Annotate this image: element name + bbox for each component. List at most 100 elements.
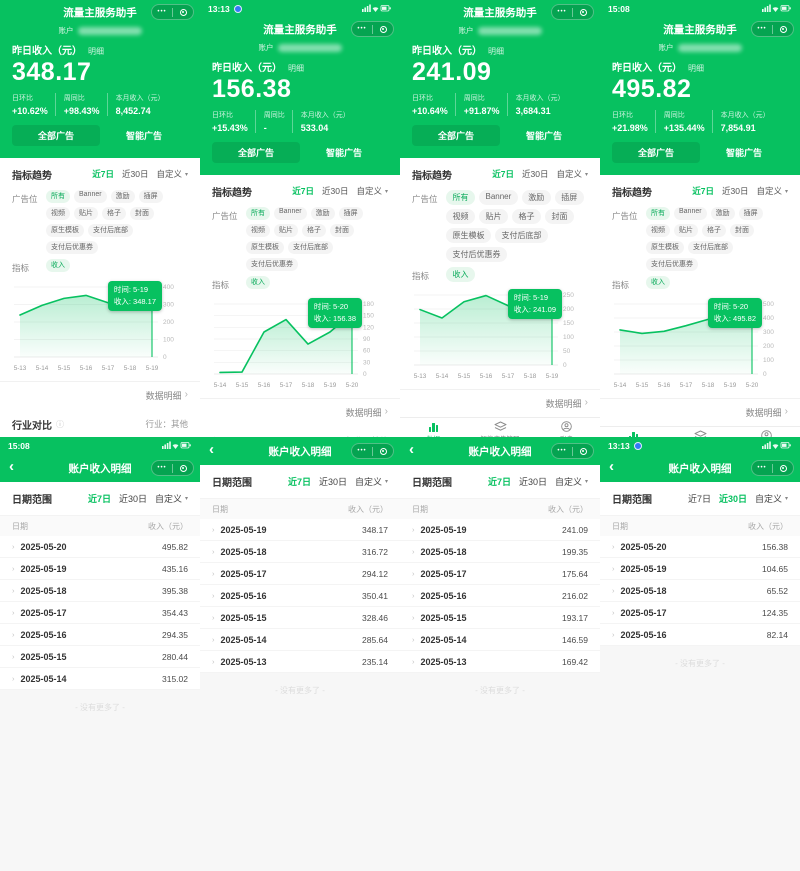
data-detail-link[interactable]: 数据明细 › xyxy=(0,381,200,409)
tab-account[interactable]: 账户 xyxy=(733,427,800,438)
tab-account[interactable]: 账户 xyxy=(533,418,600,438)
range-7d[interactable]: 近7日 xyxy=(92,168,114,180)
adslot-pill-10[interactable]: 支付后底部 xyxy=(288,241,333,254)
income-row[interactable]: ›2025-05-20156.38 xyxy=(600,536,800,558)
range-30d[interactable]: 近30日 xyxy=(119,492,147,505)
more-icon[interactable]: ••• xyxy=(352,448,372,454)
data-detail-link[interactable]: 数据明细 › xyxy=(200,398,400,426)
adslot-pill-10[interactable]: 支付后底部 xyxy=(688,241,733,254)
adslot-pill-4[interactable]: 插屏 xyxy=(339,207,363,220)
income-row[interactable]: ›2025-05-13235.14 xyxy=(200,651,400,673)
adslot-pill-8[interactable]: 封面 xyxy=(545,209,574,224)
adslot-pill-7[interactable]: 格子 xyxy=(302,224,326,237)
range-7d[interactable]: 近7日 xyxy=(88,492,111,505)
adslot-pill-1[interactable]: 所有 xyxy=(46,190,70,203)
all-ads-button[interactable]: 全部广告 xyxy=(12,125,100,146)
more-icon[interactable]: ••• xyxy=(152,9,172,15)
adslot-pill-8[interactable]: 封面 xyxy=(730,224,754,237)
metric-income-pill[interactable]: 收入 xyxy=(46,259,70,272)
range-30d[interactable]: 近30日 xyxy=(319,475,347,488)
income-row[interactable]: ›2025-05-16294.35 xyxy=(0,624,200,646)
adslot-pill-11[interactable]: 支付后优惠券 xyxy=(246,258,298,271)
back-icon[interactable]: ‹ xyxy=(409,442,414,457)
adslot-pill-9[interactable]: 原生模板 xyxy=(646,241,684,254)
smart-ads-button[interactable]: 智能广告 xyxy=(300,146,388,159)
industry-compare-row[interactable]: 行业对比 ⓘ 行业：其他 xyxy=(0,409,200,438)
income-row[interactable]: ›2025-05-18316.72 xyxy=(200,541,400,563)
adslot-pill-11[interactable]: 支付后优惠券 xyxy=(446,247,507,262)
income-row[interactable]: ›2025-05-15193.17 xyxy=(400,607,600,629)
account-row[interactable]: 账户 xyxy=(0,24,200,37)
smart-ads-button[interactable]: 智能广告 xyxy=(500,129,588,142)
detail-link[interactable]: 明细 xyxy=(488,46,504,57)
adslot-pill-9[interactable]: 原生模板 xyxy=(446,228,491,243)
range-30d[interactable]: 近30日 xyxy=(122,168,148,180)
adslot-pill-5[interactable]: 视频 xyxy=(46,207,70,220)
adslot-pill-9[interactable]: 原生模板 xyxy=(246,241,284,254)
metric-income-pill[interactable]: 收入 xyxy=(446,267,475,282)
income-row[interactable]: ›2025-05-15328.46 xyxy=(200,607,400,629)
capsule-menu[interactable]: ••• xyxy=(351,21,394,37)
detail-link[interactable]: 明细 xyxy=(88,46,104,57)
adslot-pill-2[interactable]: Banner xyxy=(674,207,707,220)
capsule-menu[interactable]: ••• xyxy=(351,443,394,459)
capsule-menu[interactable]: ••• xyxy=(151,460,194,476)
income-row[interactable]: ›2025-05-19435.16 xyxy=(0,558,200,580)
range-custom[interactable]: 自定义 xyxy=(556,168,582,180)
range-30d[interactable]: 近30日 xyxy=(522,168,548,180)
industry-compare-row[interactable]: 行业对比 ⓘ 行业：其他 xyxy=(200,426,400,438)
adslot-pill-8[interactable]: 封面 xyxy=(330,224,354,237)
adslot-pill-6[interactable]: 贴片 xyxy=(274,224,298,237)
tab-smart-ads[interactable]: 智能广告管理 xyxy=(467,418,534,438)
adslot-pill-5[interactable]: 视频 xyxy=(646,224,670,237)
adslot-pill-7[interactable]: 格子 xyxy=(102,207,126,220)
adslot-pill-1[interactable]: 所有 xyxy=(646,207,670,220)
income-row[interactable]: ›2025-05-17124.35 xyxy=(600,602,800,624)
detail-link[interactable]: 明细 xyxy=(688,63,704,74)
range-30d[interactable]: 近30日 xyxy=(322,185,348,197)
range-custom[interactable]: 自定义 xyxy=(555,475,582,488)
adslot-pill-8[interactable]: 封面 xyxy=(130,207,154,220)
income-row[interactable]: ›2025-05-18395.38 xyxy=(0,580,200,602)
range-custom[interactable]: 自定义 xyxy=(355,475,382,488)
metric-income-pill[interactable]: 收入 xyxy=(646,276,670,289)
adslot-pill-1[interactable]: 所有 xyxy=(446,190,475,205)
range-30d[interactable]: 近30日 xyxy=(519,475,547,488)
minimize-icon[interactable] xyxy=(173,9,193,16)
all-ads-button[interactable]: 全部广告 xyxy=(212,142,300,163)
back-icon[interactable]: ‹ xyxy=(209,442,214,457)
back-icon[interactable]: ‹ xyxy=(9,459,14,474)
adslot-pill-11[interactable]: 支付后优惠券 xyxy=(646,258,698,271)
adslot-pill-5[interactable]: 视频 xyxy=(446,209,475,224)
range-custom[interactable]: 自定义 xyxy=(356,185,382,197)
minimize-icon[interactable] xyxy=(173,465,193,472)
adslot-pill-6[interactable]: 贴片 xyxy=(479,209,508,224)
income-row[interactable]: ›2025-05-17294.12 xyxy=(200,563,400,585)
income-row[interactable]: ›2025-05-16350.41 xyxy=(200,585,400,607)
data-detail-link[interactable]: 数据明细 › xyxy=(600,398,800,426)
more-icon[interactable]: ••• xyxy=(752,26,772,32)
more-icon[interactable]: ••• xyxy=(152,465,172,471)
income-row[interactable]: ›2025-05-17354.43 xyxy=(0,602,200,624)
adslot-pill-4[interactable]: 插屏 xyxy=(555,190,584,205)
range-7d[interactable]: 近7日 xyxy=(292,185,314,197)
data-detail-link[interactable]: 数据明细 › xyxy=(400,389,600,417)
tab-data[interactable]: 数据 xyxy=(400,418,467,438)
capsule-menu[interactable]: ••• xyxy=(551,443,594,459)
adslot-pill-4[interactable]: 插屏 xyxy=(739,207,763,220)
all-ads-button[interactable]: 全部广告 xyxy=(412,125,500,146)
adslot-pill-5[interactable]: 视频 xyxy=(246,224,270,237)
adslot-pill-3[interactable]: 激励 xyxy=(111,190,135,203)
adslot-pill-3[interactable]: 激励 xyxy=(522,190,551,205)
more-icon[interactable]: ••• xyxy=(552,9,572,15)
income-row[interactable]: ›2025-05-16216.02 xyxy=(400,585,600,607)
income-row[interactable]: ›2025-05-18199.35 xyxy=(400,541,600,563)
range-30d[interactable]: 近30日 xyxy=(719,492,747,505)
minimize-icon[interactable] xyxy=(373,26,393,33)
income-row[interactable]: ›2025-05-19104.65 xyxy=(600,558,800,580)
adslot-pill-1[interactable]: 所有 xyxy=(246,207,270,220)
adslot-pill-6[interactable]: 贴片 xyxy=(74,207,98,220)
income-row[interactable]: ›2025-05-14315.02 xyxy=(0,668,200,690)
range-7d[interactable]: 近7日 xyxy=(288,475,311,488)
adslot-pill-2[interactable]: Banner xyxy=(274,207,307,220)
